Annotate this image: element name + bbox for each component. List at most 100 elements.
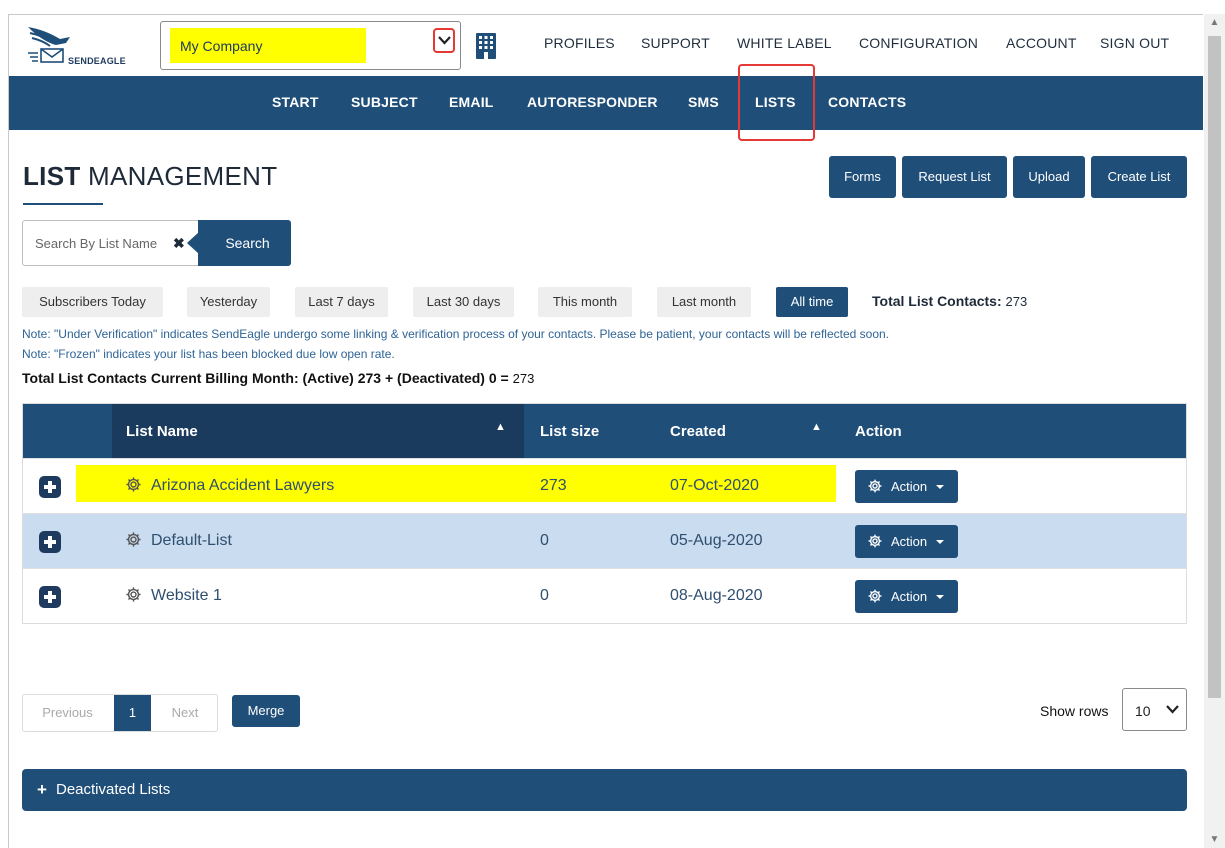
nav-lists[interactable]: LISTS bbox=[755, 94, 796, 110]
caret-down-icon bbox=[936, 540, 944, 544]
filter-this-month[interactable]: This month bbox=[538, 287, 632, 317]
nav-start[interactable]: START bbox=[272, 94, 319, 110]
action-dropdown-button[interactable]: Action bbox=[855, 525, 958, 558]
logo-text: SENDEAGLE bbox=[68, 56, 126, 66]
expand-row-button[interactable] bbox=[39, 476, 61, 498]
topnav-sign-out[interactable]: SIGN OUT bbox=[1100, 35, 1169, 51]
list-created: 07-Oct-2020 bbox=[670, 477, 759, 494]
vertical-scrollbar[interactable]: ▲ ▼ bbox=[1204, 14, 1225, 848]
action-label: Action bbox=[891, 534, 928, 549]
topnav-configuration[interactable]: CONFIGURATION bbox=[859, 35, 978, 51]
company-select[interactable]: My Company bbox=[160, 21, 461, 70]
frame-border bbox=[8, 14, 9, 848]
chevron-down-icon bbox=[438, 36, 451, 45]
list-name[interactable]: Arizona Accident Lawyers bbox=[151, 477, 334, 495]
filter-yesterday[interactable]: Yesterday bbox=[187, 287, 270, 317]
deactivated-lists-label: Deactivated Lists bbox=[56, 781, 171, 798]
search-button[interactable]: Search bbox=[187, 220, 291, 266]
header-action: Action bbox=[855, 423, 902, 440]
main-nav: START SUBJECT EMAIL AUTORESPONDER SMS LI… bbox=[9, 64, 1203, 141]
billing-value: 273 bbox=[512, 371, 535, 386]
topnav-white-label[interactable]: WHITE LABEL bbox=[737, 35, 832, 51]
building-icon[interactable] bbox=[475, 32, 497, 60]
create-list-button[interactable]: Create List bbox=[1091, 156, 1187, 198]
billing-total: Total List Contacts Current Billing Mont… bbox=[22, 370, 534, 386]
nav-sms[interactable]: SMS bbox=[688, 94, 719, 110]
request-list-button[interactable]: Request List bbox=[902, 156, 1007, 198]
plus-icon: + bbox=[37, 780, 47, 799]
deactivated-lists-panel[interactable]: + Deactivated Lists bbox=[22, 769, 1187, 811]
gear-icon bbox=[868, 589, 882, 603]
company-dropdown-toggle[interactable] bbox=[433, 28, 455, 53]
filter-subscribers-today[interactable]: Subscribers Today bbox=[22, 287, 163, 317]
caret-down-icon bbox=[936, 485, 944, 489]
search-input[interactable]: Search By List Name ✖ bbox=[22, 220, 212, 266]
sort-icon[interactable]: ▲ bbox=[811, 421, 822, 433]
page-title-rest: MANAGEMENT bbox=[80, 161, 278, 191]
expand-row-button[interactable] bbox=[39, 586, 61, 608]
title-underline bbox=[23, 203, 103, 205]
pagination-previous[interactable]: Previous bbox=[23, 695, 112, 731]
sort-asc-icon[interactable]: ▲ bbox=[495, 421, 506, 433]
rows-per-page-select[interactable]: 10 bbox=[1122, 688, 1187, 731]
note-frozen: Note: "Frozen" indicates your list has b… bbox=[22, 347, 395, 361]
table-row: Website 1 0 08-Aug-2020 Action bbox=[23, 568, 1186, 623]
action-dropdown-button[interactable]: Action bbox=[855, 470, 958, 503]
list-size: 0 bbox=[540, 532, 549, 549]
topnav-support[interactable]: SUPPORT bbox=[641, 35, 710, 51]
gear-icon[interactable] bbox=[125, 476, 142, 493]
expand-row-button[interactable] bbox=[39, 531, 61, 553]
table-row: Arizona Accident Lawyers 273 07-Oct-2020… bbox=[23, 458, 1186, 513]
nav-autoresponder[interactable]: AUTORESPONDER bbox=[527, 94, 658, 110]
action-label: Action bbox=[891, 589, 928, 604]
list-created: 05-Aug-2020 bbox=[670, 532, 763, 549]
merge-button[interactable]: Merge bbox=[232, 695, 300, 727]
topnav-profiles[interactable]: PROFILES bbox=[544, 35, 615, 51]
clear-icon[interactable]: ✖ bbox=[173, 235, 185, 252]
header-list-size[interactable]: List size bbox=[540, 423, 599, 440]
filter-last-7-days[interactable]: Last 7 days bbox=[295, 287, 388, 317]
upload-button[interactable]: Upload bbox=[1013, 156, 1085, 198]
gear-icon[interactable] bbox=[125, 586, 142, 603]
list-name[interactable]: Default-List bbox=[151, 532, 232, 550]
nav-subject[interactable]: SUBJECT bbox=[351, 94, 418, 110]
total-contacts-label: Total List Contacts: bbox=[872, 293, 1002, 309]
topnav-account[interactable]: ACCOUNT bbox=[1006, 35, 1077, 51]
sendeagle-logo[interactable]: SENDEAGLE bbox=[26, 23, 156, 71]
company-name: My Company bbox=[180, 38, 263, 54]
nav-email[interactable]: EMAIL bbox=[449, 94, 494, 110]
gear-icon bbox=[868, 479, 882, 493]
table-row: Default-List 0 05-Aug-2020 Action bbox=[23, 513, 1186, 568]
pagination: Previous 1 Next bbox=[22, 694, 218, 732]
note-under-verification: Note: "Under Verification" indicates Sen… bbox=[22, 327, 889, 341]
filter-last-30-days[interactable]: Last 30 days bbox=[413, 287, 514, 317]
top-header: SENDEAGLE My Company PROFILES SUPPORT WH… bbox=[9, 14, 1203, 76]
forms-button[interactable]: Forms bbox=[829, 156, 896, 198]
list-name[interactable]: Website 1 bbox=[151, 587, 222, 605]
action-label: Action bbox=[891, 479, 928, 494]
page-title-bold: LIST bbox=[23, 161, 81, 191]
header-created[interactable]: Created bbox=[670, 423, 726, 440]
gear-icon[interactable] bbox=[125, 531, 142, 548]
pagination-page-1[interactable]: 1 bbox=[114, 695, 151, 731]
scrollbar-thumb[interactable] bbox=[1208, 36, 1221, 698]
pagination-next[interactable]: Next bbox=[153, 695, 217, 731]
list-size: 273 bbox=[540, 477, 567, 494]
filter-last-month[interactable]: Last month bbox=[657, 287, 751, 317]
chevron-down-icon bbox=[1166, 705, 1179, 714]
filter-all-time[interactable]: All time bbox=[776, 287, 848, 317]
search-placeholder: Search By List Name bbox=[35, 236, 158, 251]
total-contacts-value: 273 bbox=[1005, 294, 1028, 309]
gear-icon bbox=[868, 534, 882, 548]
billing-label: Total List Contacts Current Billing Mont… bbox=[22, 370, 509, 386]
action-dropdown-button[interactable]: Action bbox=[855, 580, 958, 613]
nav-contacts[interactable]: CONTACTS bbox=[828, 94, 906, 110]
show-rows-label: Show rows bbox=[1040, 703, 1109, 719]
scroll-down-icon[interactable]: ▼ bbox=[1204, 831, 1225, 848]
rows-per-page-value: 10 bbox=[1135, 703, 1151, 719]
table-header: List Name ▲ List size Created ▲ Action bbox=[23, 404, 1186, 458]
scroll-up-icon[interactable]: ▲ bbox=[1204, 14, 1225, 31]
list-created: 08-Aug-2020 bbox=[670, 587, 763, 604]
header-list-name[interactable]: List Name bbox=[126, 423, 198, 440]
total-list-contacts: Total List Contacts: 273 bbox=[872, 293, 1027, 309]
